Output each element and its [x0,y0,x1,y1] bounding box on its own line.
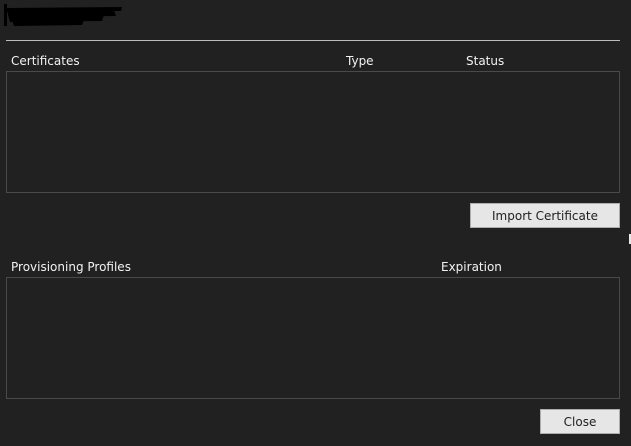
close-button[interactable]: Close [540,409,620,434]
certificates-column-header[interactable]: Certificates [11,54,80,68]
provisioning-profiles-column-header[interactable]: Provisioning Profiles [11,260,131,274]
import-certificate-button[interactable]: Import Certificate [470,203,620,228]
certificates-list[interactable] [6,71,620,193]
status-column-header[interactable]: Status [466,54,504,68]
certificate-manager-window: Certificates Type Status Import Certific… [0,0,631,446]
expiration-column-header[interactable]: Expiration [441,260,502,274]
type-column-header[interactable]: Type [346,54,374,68]
provisioning-profiles-list[interactable] [6,277,620,399]
redacted-title [4,4,122,26]
title-divider [6,40,620,41]
